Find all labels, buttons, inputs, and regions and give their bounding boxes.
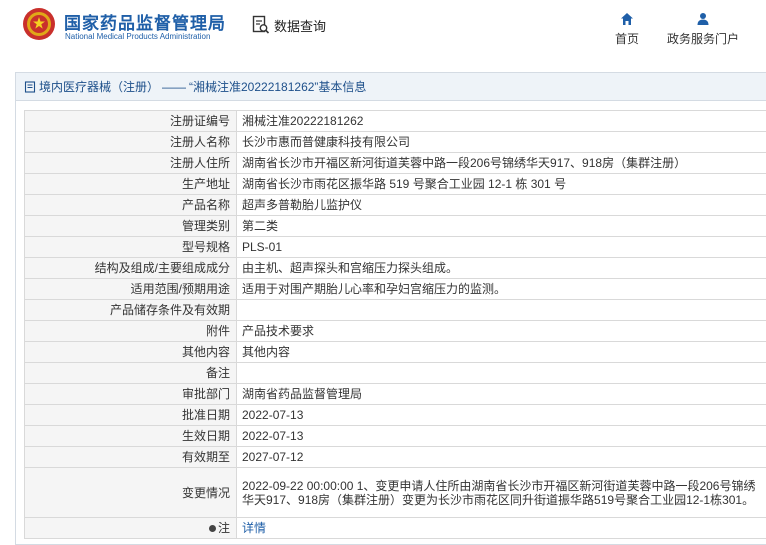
row-label: 注册人住所	[24, 152, 237, 174]
table-row: 备注	[24, 362, 766, 384]
row-value: 2022-09-22 00:00:00 1、变更申请人住所由湖南省长沙市开福区新…	[236, 467, 766, 518]
data-query-link[interactable]: 数据查询	[252, 14, 326, 36]
data-query-icon	[252, 15, 270, 34]
breadcrumb: 境内医疗器械（注册） —— “湘械注准20222181262”基本信息	[16, 73, 766, 101]
note-label: 注	[217, 521, 230, 535]
row-label: 其他内容	[24, 341, 237, 363]
national-emblem-icon	[23, 8, 55, 40]
table-row: 生产地址 湖南省长沙市雨花区振华路 519 号聚合工业园 12-1 栋 301 号	[24, 173, 766, 195]
row-value: 其他内容	[236, 341, 766, 363]
row-value: PLS-01	[236, 236, 766, 258]
registration-info-table: 注册证编号 湘械注准20222181262 注册人名称 长沙市惠而普健康科技有限公司…	[24, 110, 766, 539]
breadcrumb-separator: ——	[162, 79, 187, 94]
row-value: 湘械注准20222181262	[236, 110, 766, 132]
row-value: 湖南省长沙市雨花区振华路 519 号聚合工业园 12-1 栋 301 号	[236, 173, 766, 195]
row-label: 生效日期	[24, 425, 237, 447]
site-logo-title[interactable]: 国家药品监督管理局	[64, 9, 226, 34]
table-row: 产品名称 超声多普勒胎儿监护仪	[24, 194, 766, 216]
note-value-cell: 详情	[236, 517, 766, 539]
note-label-cell: 注	[24, 517, 237, 539]
breadcrumb-category[interactable]: 境内医疗器械（注册）	[39, 78, 159, 95]
table-row: 产品储存条件及有效期	[24, 299, 766, 321]
table-row: 其他内容 其他内容	[24, 341, 766, 363]
home-icon	[621, 13, 633, 25]
table-row: 变更情况 2022-09-22 00:00:00 1、变更申请人住所由湖南省长沙市…	[24, 467, 766, 518]
table-row: 管理类别 第二类	[24, 215, 766, 237]
details-link[interactable]: 详情	[242, 521, 266, 535]
row-label: 适用范围/预期用途	[24, 278, 237, 300]
row-label: 变更情况	[24, 467, 237, 518]
row-label: 注册证编号	[24, 110, 237, 132]
row-value: 2022-07-13	[236, 404, 766, 426]
row-label: 结构及组成/主要组成成分	[24, 257, 237, 279]
row-label: 注册人名称	[24, 131, 237, 153]
row-value: 由主机、超声探头和宫缩压力探头组成。	[236, 257, 766, 279]
row-label: 产品名称	[24, 194, 237, 216]
table-row: 批准日期 2022-07-13	[24, 404, 766, 426]
row-value: 适用于对围产期胎儿心率和孕妇宫缩压力的监测。	[236, 278, 766, 300]
note-bullet-icon	[208, 525, 216, 533]
table-row: 有效期至 2027-07-12	[24, 446, 766, 468]
row-value: 超声多普勒胎儿监护仪	[236, 194, 766, 216]
row-value	[236, 299, 766, 321]
row-value: 湖南省药品监督管理局	[236, 383, 766, 405]
site-header: 国家药品监督管理局 National Medical Products Admi…	[0, 0, 766, 62]
nav-home-label: 首页	[614, 32, 639, 46]
data-query-label: 数据查询	[274, 18, 327, 34]
row-label: 批准日期	[24, 404, 237, 426]
row-value: 2022-07-13	[236, 425, 766, 447]
breadcrumb-title: “湘械注准20222181262”基本信息	[189, 80, 367, 94]
table-row-note: 注 详情	[24, 517, 766, 539]
table-row: 生效日期 2022-07-13	[24, 425, 766, 447]
table-row: 附件 产品技术要求	[24, 320, 766, 342]
row-value: 湖南省长沙市开福区新河街道芙蓉中路一段206号锦绣华天917、918房（集群注册…	[236, 152, 766, 174]
nav-service-label: 政务服务门户	[666, 32, 739, 46]
detail-panel: 境内医疗器械（注册） —— “湘械注准20222181262”基本信息 注册证编…	[15, 72, 766, 545]
table-row: 型号规格 PLS-01	[24, 236, 766, 258]
row-label: 管理类别	[24, 215, 237, 237]
row-label: 生产地址	[24, 173, 237, 195]
table-row: 注册证编号 湘械注准20222181262	[24, 110, 766, 132]
row-label: 产品储存条件及有效期	[24, 299, 237, 321]
site-logo-subtitle[interactable]: National Medical Products Administration	[65, 32, 210, 41]
table-row: 适用范围/预期用途 适用于对围产期胎儿心率和孕妇宫缩压力的监测。	[24, 278, 766, 300]
table-row: 注册人住所 湖南省长沙市开福区新河街道芙蓉中路一段206号锦绣华天917、918房…	[24, 152, 766, 174]
row-label: 有效期至	[24, 446, 237, 468]
row-value	[236, 362, 766, 384]
row-value: 第二类	[236, 215, 766, 237]
table-row: 结构及组成/主要组成成分 由主机、超声探头和宫缩压力探头组成。	[24, 257, 766, 279]
row-label: 附件	[24, 320, 237, 342]
user-icon	[697, 13, 709, 25]
nav-service-portal[interactable]: 政务服务门户	[660, 12, 746, 47]
row-label: 审批部门	[24, 383, 237, 405]
row-label: 型号规格	[24, 236, 237, 258]
row-value: 长沙市惠而普健康科技有限公司	[236, 131, 766, 153]
row-value: 产品技术要求	[236, 320, 766, 342]
nav-home[interactable]: 首页	[610, 12, 644, 47]
row-label: 备注	[24, 362, 237, 384]
row-value: 2027-07-12	[236, 446, 766, 468]
table-row: 注册人名称 长沙市惠而普健康科技有限公司	[24, 131, 766, 153]
table-row: 审批部门 湖南省药品监督管理局	[24, 383, 766, 405]
document-icon	[24, 80, 36, 93]
